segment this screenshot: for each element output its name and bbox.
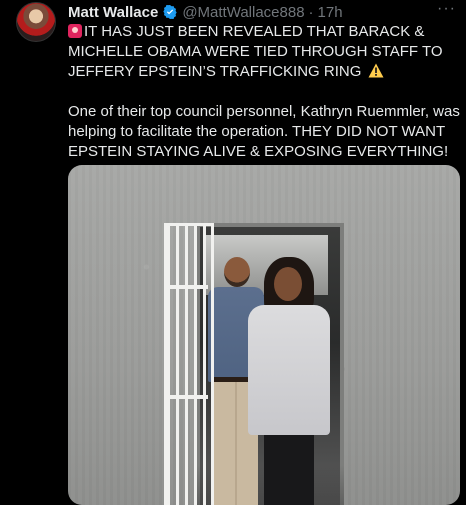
tweet: Matt Wallace @MattWallace888 · 17h ··· I… bbox=[0, 0, 466, 505]
tweet-paragraph-2: One of their top council personnel, Kath… bbox=[68, 103, 460, 160]
tweet-paragraph-1-text: IT HAS JUST BEEN REVEALED THAT BARACK & … bbox=[68, 23, 443, 80]
timestamp[interactable]: 17h bbox=[318, 4, 343, 21]
man-head bbox=[224, 257, 250, 287]
tweet-header: Matt Wallace @MattWallace888 · 17h bbox=[68, 2, 454, 22]
avatar[interactable] bbox=[16, 2, 56, 42]
author-name[interactable]: Matt Wallace bbox=[68, 4, 158, 21]
more-options-icon[interactable]: ··· bbox=[437, 0, 456, 18]
woman-sweater bbox=[248, 305, 330, 435]
author-handle[interactable]: @MattWallace888 bbox=[182, 4, 304, 21]
woman-head bbox=[274, 267, 302, 301]
separator-dot: · bbox=[308, 3, 314, 21]
gate-crossbar bbox=[164, 285, 208, 289]
gate-crossbar bbox=[164, 395, 208, 399]
verified-badge-icon bbox=[162, 4, 178, 20]
tweet-photo[interactable] bbox=[68, 165, 460, 505]
warning-emoji-icon bbox=[368, 63, 384, 78]
siren-emoji-icon bbox=[68, 24, 82, 38]
cell-gate bbox=[164, 223, 214, 505]
woman-legs bbox=[264, 433, 314, 505]
tweet-paragraph-1: IT HAS JUST BEEN REVEALED THAT BARACK & … bbox=[68, 22, 460, 82]
tweet-text: IT HAS JUST BEEN REVEALED THAT BARACK & … bbox=[68, 22, 460, 162]
